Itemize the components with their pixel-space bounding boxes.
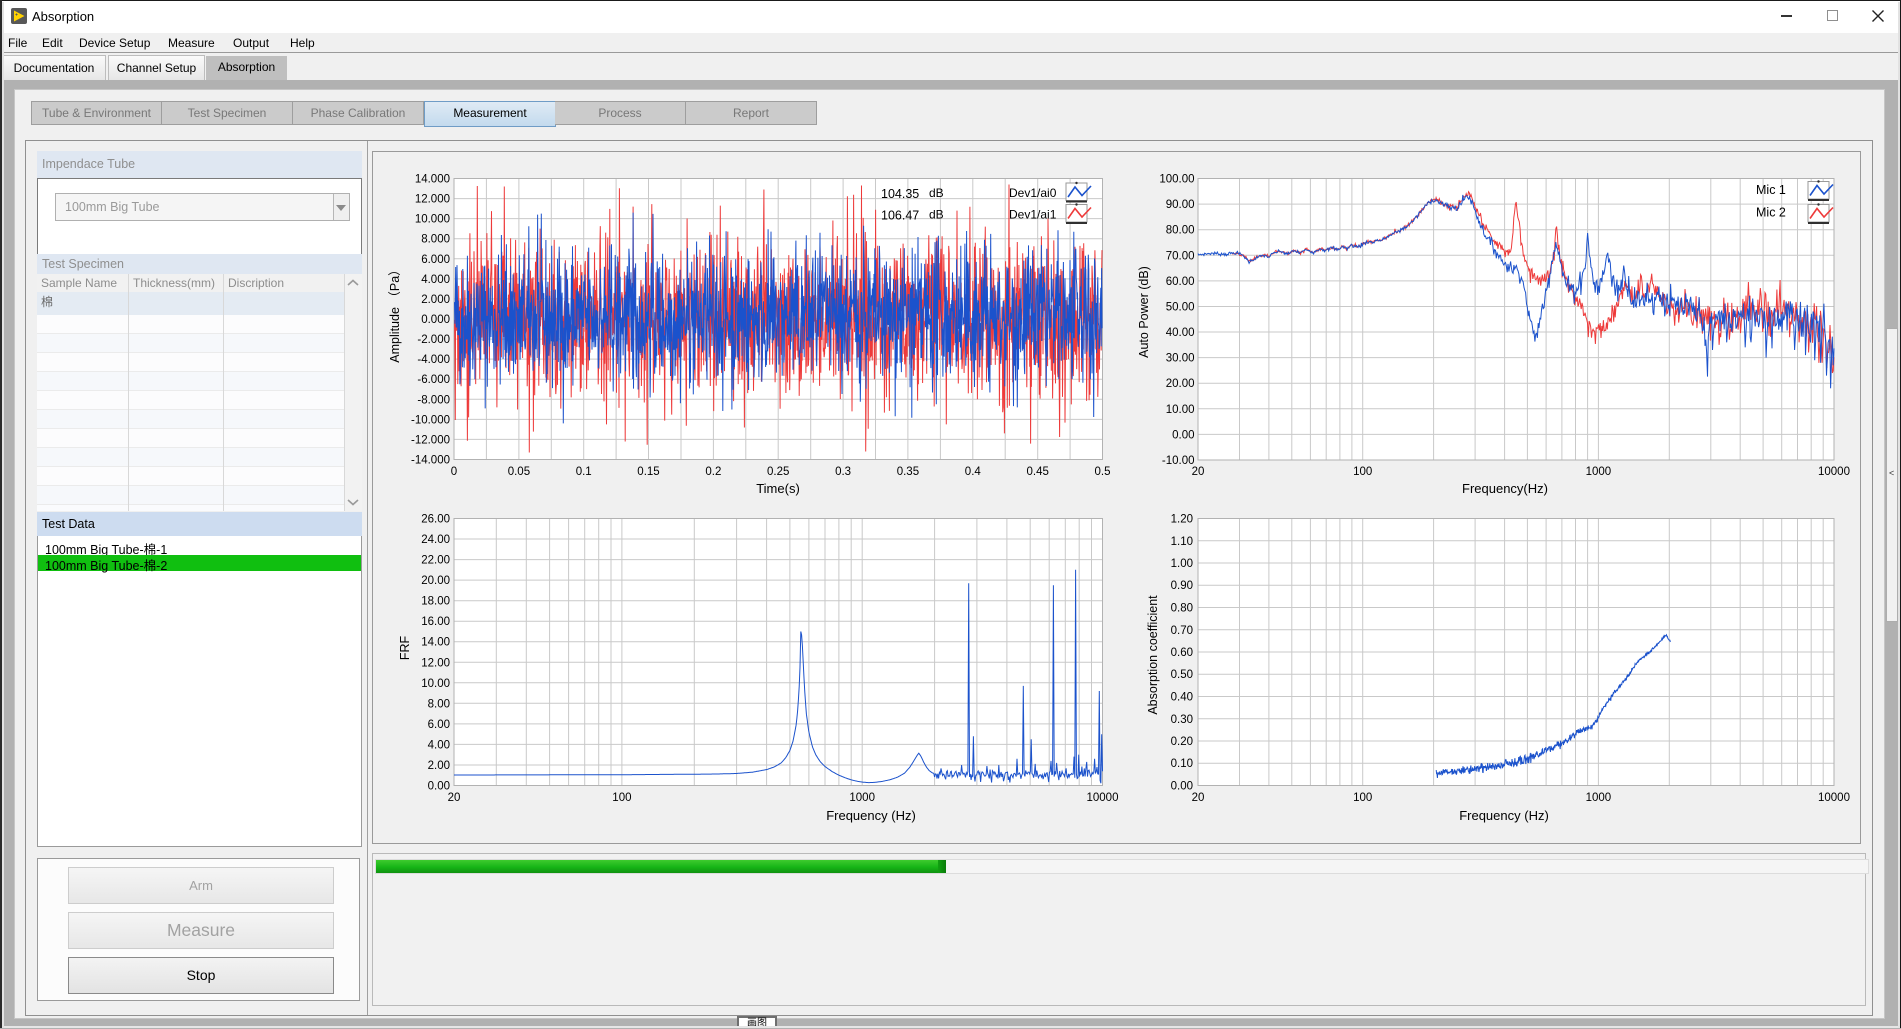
svg-text:30.00: 30.00 bbox=[1166, 353, 1195, 365]
svg-text:0.45: 0.45 bbox=[1027, 466, 1049, 478]
svg-text:Time(s): Time(s) bbox=[756, 481, 800, 496]
svg-text:-10.00: -10.00 bbox=[1162, 455, 1195, 467]
svg-text:Dev1/ai0: Dev1/ai0 bbox=[1009, 186, 1057, 200]
svg-text:0.00: 0.00 bbox=[1171, 781, 1193, 793]
svg-text:Frequency (Hz): Frequency (Hz) bbox=[1459, 808, 1549, 823]
svg-text:0.1: 0.1 bbox=[576, 466, 592, 478]
svg-text:dB: dB bbox=[929, 208, 944, 222]
svg-text:0.4: 0.4 bbox=[965, 466, 982, 478]
svg-text:2.000: 2.000 bbox=[421, 294, 450, 306]
svg-text:0.50: 0.50 bbox=[1171, 669, 1193, 681]
svg-text:70.00: 70.00 bbox=[1166, 250, 1195, 262]
svg-text:20: 20 bbox=[448, 792, 461, 804]
svg-text:20.00: 20.00 bbox=[1166, 378, 1195, 390]
svg-text:1.20: 1.20 bbox=[1171, 514, 1193, 526]
svg-text:90.00: 90.00 bbox=[1166, 199, 1195, 211]
svg-text:0.2: 0.2 bbox=[705, 466, 721, 478]
svg-text:0.000: 0.000 bbox=[421, 314, 450, 326]
svg-text:0.15: 0.15 bbox=[637, 466, 659, 478]
svg-text:1000: 1000 bbox=[1586, 466, 1612, 478]
svg-text:104.35: 104.35 bbox=[881, 187, 919, 201]
svg-text:0: 0 bbox=[451, 466, 457, 478]
svg-text:1.00: 1.00 bbox=[1171, 558, 1193, 570]
svg-text:2.00: 2.00 bbox=[428, 760, 450, 772]
svg-text:100: 100 bbox=[1353, 466, 1372, 478]
svg-text:1000: 1000 bbox=[849, 792, 875, 804]
svg-text:0.30: 0.30 bbox=[1171, 714, 1193, 726]
svg-text:1.10: 1.10 bbox=[1171, 536, 1193, 548]
svg-text:10.00: 10.00 bbox=[1166, 404, 1195, 416]
svg-text:8.00: 8.00 bbox=[428, 698, 450, 710]
svg-text:-6.000: -6.000 bbox=[417, 374, 450, 386]
svg-text:-8.000: -8.000 bbox=[417, 394, 450, 406]
svg-text:106.47: 106.47 bbox=[881, 209, 919, 223]
svg-text:12.000: 12.000 bbox=[415, 194, 450, 206]
svg-text:14.000: 14.000 bbox=[415, 174, 450, 186]
svg-text:4.00: 4.00 bbox=[428, 739, 450, 751]
svg-text:Dev1/ai1: Dev1/ai1 bbox=[1009, 208, 1057, 222]
svg-text:50.00: 50.00 bbox=[1166, 302, 1195, 314]
svg-text:0.5: 0.5 bbox=[1095, 466, 1111, 478]
svg-text:100: 100 bbox=[612, 792, 631, 804]
svg-text:80.00: 80.00 bbox=[1166, 225, 1195, 237]
svg-text:0.00: 0.00 bbox=[428, 781, 450, 793]
svg-text:-2.000: -2.000 bbox=[417, 334, 450, 346]
svg-text:0.40: 0.40 bbox=[1171, 692, 1193, 704]
svg-text:0.20: 0.20 bbox=[1171, 736, 1193, 748]
svg-text:0.70: 0.70 bbox=[1171, 625, 1193, 637]
svg-text:Amplitude （Pa）: Amplitude （Pa） bbox=[388, 263, 402, 362]
svg-text:0.35: 0.35 bbox=[897, 466, 919, 478]
svg-text:0.00: 0.00 bbox=[1172, 429, 1194, 441]
svg-text:4.000: 4.000 bbox=[421, 274, 450, 286]
svg-text:26.00: 26.00 bbox=[421, 514, 450, 526]
svg-text:0.05: 0.05 bbox=[508, 466, 530, 478]
svg-text:-14.000: -14.000 bbox=[411, 455, 450, 467]
svg-text:0.60: 0.60 bbox=[1171, 647, 1193, 659]
svg-text:Auto Power (dB): Auto Power (dB) bbox=[1137, 266, 1151, 358]
svg-text:10.000: 10.000 bbox=[415, 214, 450, 226]
svg-text:20: 20 bbox=[1192, 792, 1205, 804]
svg-text:-10.000: -10.000 bbox=[411, 414, 450, 426]
svg-text:60.00: 60.00 bbox=[1166, 276, 1195, 288]
svg-text:20: 20 bbox=[1192, 466, 1205, 478]
svg-text:Frequency (Hz): Frequency (Hz) bbox=[826, 808, 916, 823]
svg-text:14.00: 14.00 bbox=[421, 637, 450, 649]
svg-text:10000: 10000 bbox=[1818, 466, 1850, 478]
svg-text:10000: 10000 bbox=[1818, 792, 1850, 804]
svg-text:Mic 2: Mic 2 bbox=[1756, 206, 1786, 220]
svg-text:-4.000: -4.000 bbox=[417, 354, 450, 366]
svg-text:8.000: 8.000 bbox=[421, 234, 450, 246]
svg-text:0.3: 0.3 bbox=[835, 466, 851, 478]
svg-text:22.00: 22.00 bbox=[421, 555, 450, 567]
svg-text:dB: dB bbox=[929, 186, 944, 200]
svg-text:40.00: 40.00 bbox=[1166, 327, 1195, 339]
svg-text:100.00: 100.00 bbox=[1159, 174, 1194, 186]
svg-text:Absorption coefficient: Absorption coefficient bbox=[1146, 595, 1160, 715]
svg-text:10000: 10000 bbox=[1087, 792, 1119, 804]
svg-text:6.00: 6.00 bbox=[428, 719, 450, 731]
svg-text:0.80: 0.80 bbox=[1171, 603, 1193, 615]
svg-text:Frequency(Hz): Frequency(Hz) bbox=[1462, 481, 1548, 496]
svg-text:18.00: 18.00 bbox=[421, 596, 450, 608]
svg-text:16.00: 16.00 bbox=[421, 616, 450, 628]
svg-text:20.00: 20.00 bbox=[421, 575, 450, 587]
svg-text:24.00: 24.00 bbox=[421, 534, 450, 546]
svg-text:100: 100 bbox=[1353, 792, 1372, 804]
svg-text:-12.000: -12.000 bbox=[411, 434, 450, 446]
svg-text:0.25: 0.25 bbox=[767, 466, 789, 478]
svg-text:1000: 1000 bbox=[1586, 792, 1612, 804]
svg-text:12.00: 12.00 bbox=[421, 657, 450, 669]
svg-text:Mic 1: Mic 1 bbox=[1756, 183, 1786, 197]
svg-text:0.10: 0.10 bbox=[1171, 758, 1193, 770]
svg-text:FRF: FRF bbox=[398, 635, 412, 660]
svg-text:0.90: 0.90 bbox=[1171, 580, 1193, 592]
svg-text:6.000: 6.000 bbox=[421, 254, 450, 266]
svg-text:10.00: 10.00 bbox=[421, 678, 450, 690]
